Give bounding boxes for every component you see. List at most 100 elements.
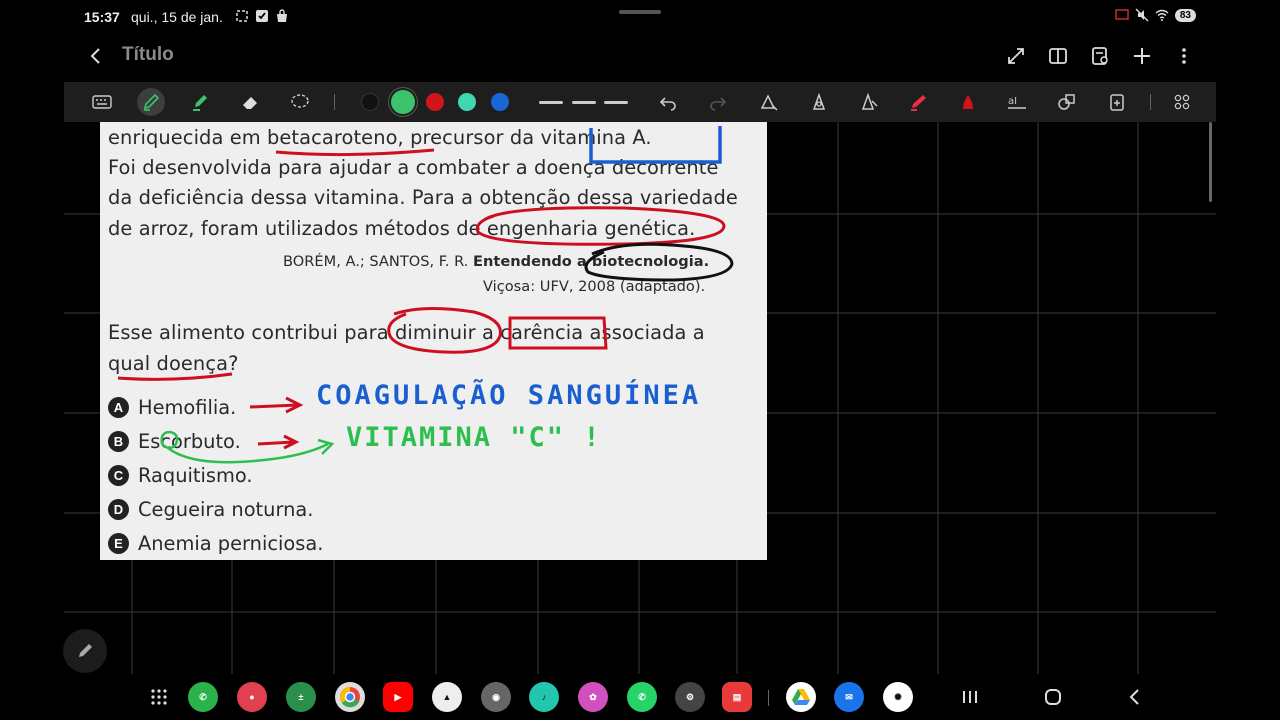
settings-app-icon[interactable]: ⚙ xyxy=(675,682,705,712)
option-a: A Hemofilia. xyxy=(108,396,236,419)
whatsapp-app-icon[interactable]: ✆ xyxy=(627,682,657,712)
citation-place: Viçosa: UFV, 2008 (adaptado). xyxy=(483,278,706,295)
taskbar: ✆ ● ± ▶ ▲ ◉ ♪ ✿ ✆ ⚙ ▤ ✉ ✺ xyxy=(0,674,1280,720)
shapes-icon[interactable] xyxy=(1053,88,1081,116)
pasted-question-image: enriquecida em betacaroteno, precursor d… xyxy=(100,122,767,560)
lasso-icon[interactable] xyxy=(286,88,314,116)
floating-pen-button[interactable] xyxy=(63,629,107,673)
checkbox-icon xyxy=(255,8,269,22)
screenshot-icon xyxy=(235,8,249,22)
option-b: B Escorbuto. xyxy=(108,430,241,453)
add-icon[interactable] xyxy=(1130,44,1154,68)
google-drive-app-icon[interactable] xyxy=(786,682,816,712)
split-view-icon[interactable] xyxy=(1046,44,1070,68)
recent-apps-icon[interactable] xyxy=(959,686,981,708)
option-d: D Cegueira noturna. xyxy=(108,498,313,521)
drawing-toolbar: aI xyxy=(64,82,1216,122)
system-icons: 83 xyxy=(1115,8,1196,22)
messages-app-icon[interactable]: ✉ xyxy=(834,682,864,712)
gallery-app-icon[interactable]: ✿ xyxy=(578,682,608,712)
back-nav-icon[interactable] xyxy=(1124,686,1146,708)
option-letter: B xyxy=(108,431,129,452)
amazon-music-app-icon[interactable]: ♪ xyxy=(529,682,559,712)
question-line-2: qual doença? xyxy=(108,352,239,375)
color-blue-swatch[interactable] xyxy=(491,93,509,111)
brush-icon[interactable] xyxy=(954,88,982,116)
citation-author: BORÉM, A.; SANTOS, F. R. xyxy=(283,253,469,270)
color-black-swatch[interactable] xyxy=(361,93,379,111)
contacts-app-icon[interactable]: ● xyxy=(237,682,267,712)
youtube-app-icon[interactable]: ▶ xyxy=(383,682,413,712)
text-line-4: de arroz, foram utilizados métodos de en… xyxy=(108,217,696,240)
color-green-swatch[interactable] xyxy=(391,90,415,114)
keyboard-icon[interactable] xyxy=(88,88,116,116)
option-letter: A xyxy=(108,397,129,418)
text-line-1: enriquecida em betacaroteno, precursor d… xyxy=(108,126,652,149)
text-line-3: da deficiência dessa vitamina. Para a ob… xyxy=(108,186,738,209)
text-line-2: Foi desenvolvida para ajudar a combater … xyxy=(108,156,719,179)
home-icon[interactable] xyxy=(1042,686,1064,708)
highlighter-icon[interactable] xyxy=(186,88,214,116)
clock: 15:37 xyxy=(84,9,120,25)
text-tool-icon[interactable]: aI xyxy=(1003,88,1031,116)
notification-icons xyxy=(235,8,289,22)
svg-text:aI: aI xyxy=(1008,96,1017,107)
note-title[interactable]: Título xyxy=(122,44,174,66)
toolbar-divider xyxy=(1150,94,1151,110)
insert-page-icon[interactable] xyxy=(1103,88,1131,116)
stroke-width-2[interactable] xyxy=(572,101,596,104)
option-text: Escorbuto. xyxy=(138,430,241,453)
citation-title: Entendendo a biotecnologia. xyxy=(473,253,710,270)
aura-app-icon[interactable]: ▲ xyxy=(432,682,462,712)
taskbar-divider xyxy=(768,690,769,706)
date: qui., 15 de jan. xyxy=(131,9,223,25)
fountain-pen-icon[interactable] xyxy=(805,88,833,116)
battery-indicator: 83 xyxy=(1174,8,1196,22)
redo-icon[interactable] xyxy=(704,88,732,116)
pencil-icon[interactable] xyxy=(855,88,883,116)
drag-handle[interactable] xyxy=(619,10,661,14)
pen-tool-icon[interactable] xyxy=(137,88,165,116)
more-options-icon[interactable] xyxy=(1172,44,1196,68)
apps-grid-icon[interactable] xyxy=(1168,88,1196,116)
color-teal-swatch[interactable] xyxy=(458,93,476,111)
option-c: C Raquitismo. xyxy=(108,464,253,487)
wifi-icon xyxy=(1155,9,1169,21)
option-e: E Anemia perniciosa. xyxy=(108,532,323,555)
mute-icon xyxy=(1135,8,1149,22)
option-text: Raquitismo. xyxy=(138,464,253,487)
fullscreen-icon[interactable] xyxy=(1004,44,1028,68)
back-icon[interactable] xyxy=(84,44,108,68)
camera-app-icon[interactable]: ◉ xyxy=(481,682,511,712)
document-settings-icon[interactable] xyxy=(1088,44,1112,68)
cast-icon xyxy=(1115,9,1129,20)
pen-settings-icon[interactable] xyxy=(755,88,783,116)
phone-app-icon[interactable]: ✆ xyxy=(188,682,218,712)
marker-icon[interactable] xyxy=(905,88,933,116)
chrome-app-icon[interactable] xyxy=(335,682,365,712)
canvas-scrollbar[interactable] xyxy=(1209,122,1212,202)
option-text: Cegueira noturna. xyxy=(138,498,314,521)
pencil-icon xyxy=(79,644,92,657)
toolbar-divider xyxy=(334,94,335,110)
note-canvas[interactable]: enriquecida em betacaroteno, precursor d… xyxy=(64,122,1216,674)
eraser-icon[interactable] xyxy=(236,88,264,116)
citation-line: BORÉM, A.; SANTOS, F. R. Entendendo a bi… xyxy=(283,253,709,270)
color-red-swatch[interactable] xyxy=(426,93,444,111)
app-drawer-icon[interactable] xyxy=(144,682,174,712)
option-letter: C xyxy=(108,465,129,486)
google-photos-app-icon[interactable]: ✺ xyxy=(883,682,913,712)
handwriting-coagulacao: COAGULAÇÃO SANGUÍNEA xyxy=(316,380,702,411)
handwriting-vitamina-c: VITAMINA "C" ! xyxy=(346,422,602,453)
status-bar: 15:37 qui., 15 de jan. 83 xyxy=(0,0,1280,34)
option-letter: E xyxy=(108,533,129,554)
option-letter: D xyxy=(108,499,129,520)
undo-icon[interactable] xyxy=(654,88,682,116)
stroke-width-3[interactable] xyxy=(604,101,628,104)
option-text: Hemofilia. xyxy=(138,396,237,419)
title-bar: Título xyxy=(64,36,1216,76)
stroke-width-1[interactable] xyxy=(539,101,563,104)
notes-app-icon[interactable]: ▤ xyxy=(722,682,752,712)
option-text: Anemia perniciosa. xyxy=(138,532,324,555)
calculator-app-icon[interactable]: ± xyxy=(286,682,316,712)
